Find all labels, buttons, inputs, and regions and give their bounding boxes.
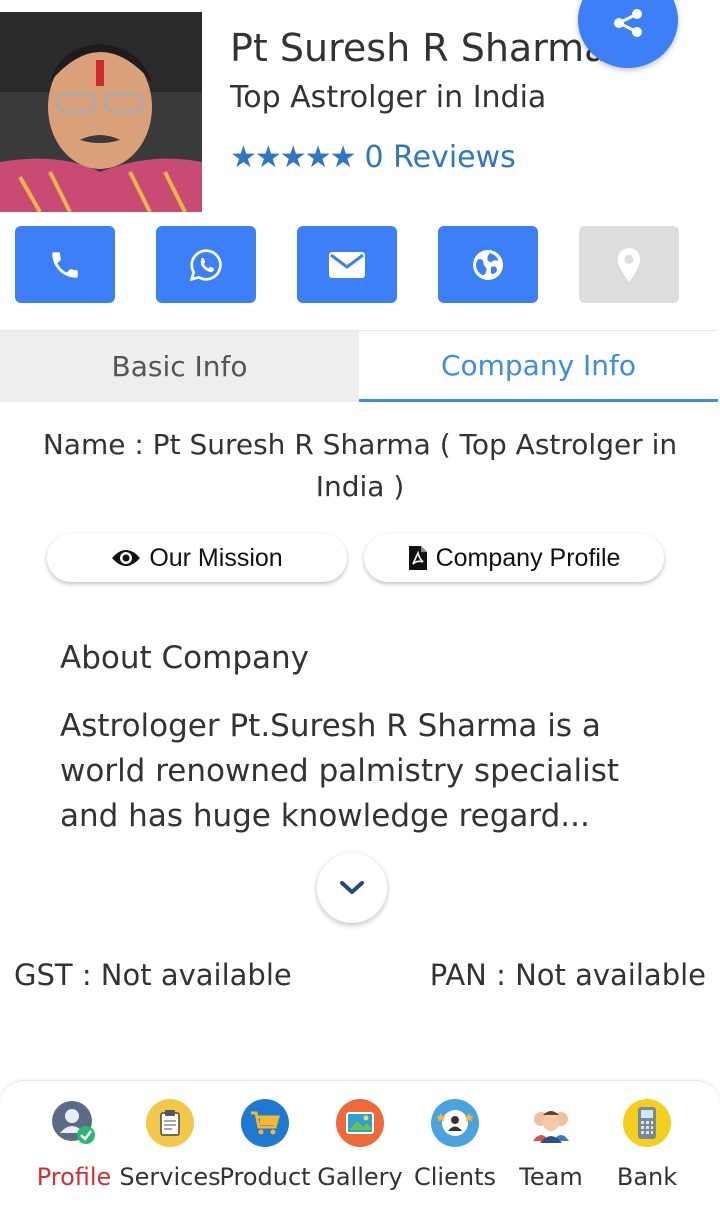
clipboard-icon: [146, 1099, 194, 1147]
whatsapp-icon: [189, 248, 222, 281]
cart-icon: [241, 1099, 289, 1147]
reviews-link[interactable]: 0 Reviews: [364, 140, 515, 175]
profile-tagline: Top Astrolger in India: [230, 80, 547, 115]
company-profile-label: Company Profile: [435, 543, 621, 572]
about-company-text: Astrologer Pt.Suresh R Sharma is a world…: [60, 708, 619, 834]
eye-icon: [111, 548, 141, 568]
chevron-down-icon: [340, 881, 364, 894]
nav-label-services: Services: [119, 1163, 221, 1191]
gallery-icon: [336, 1099, 384, 1147]
pan-info: PAN : Not available: [429, 958, 706, 992]
bottom-nav: Profile Services Product Gallery Clients…: [0, 1080, 720, 1205]
profile-icon: [50, 1099, 98, 1147]
clients-icon: [431, 1099, 479, 1147]
profile-photo: [0, 12, 202, 212]
nav-services[interactable]: Services: [119, 1081, 221, 1205]
contact-actions: [15, 226, 679, 303]
expand-about-button[interactable]: [317, 853, 387, 923]
team-icon: [527, 1099, 575, 1147]
company-profile-button[interactable]: Company Profile: [364, 534, 664, 582]
email-icon: [329, 251, 365, 278]
nav-label-clients: Clients: [414, 1163, 496, 1191]
company-links: Our Mission Company Profile: [47, 534, 664, 582]
bank-terminal-icon: [623, 1099, 671, 1147]
company-name-line: Name : Pt Suresh R Sharma ( Top Astrolge…: [42, 428, 678, 503]
nav-product[interactable]: Product: [219, 1081, 311, 1205]
rating-stars: ★★★★★: [230, 140, 356, 175]
globe-icon: [473, 249, 503, 280]
share-icon: [614, 9, 642, 37]
nav-clients[interactable]: Clients: [411, 1081, 499, 1205]
gst-info: GST : Not available: [14, 958, 292, 992]
website-button[interactable]: [438, 226, 538, 303]
phone-icon: [52, 251, 78, 278]
email-button[interactable]: [297, 226, 397, 303]
our-mission-label: Our Mission: [149, 543, 283, 572]
nav-label-profile: Profile: [36, 1163, 112, 1191]
nav-label-product: Product: [219, 1163, 311, 1191]
profile-name: Pt Suresh R Sharma: [230, 26, 608, 70]
call-button[interactable]: [15, 226, 115, 303]
pdf-icon: [408, 545, 428, 571]
tab-company-info[interactable]: Company Info: [359, 331, 718, 402]
info-tabs: Basic Info Company Info: [0, 330, 718, 402]
our-mission-button[interactable]: Our Mission: [47, 534, 347, 582]
tab-basic-info[interactable]: Basic Info: [0, 331, 359, 402]
whatsapp-button[interactable]: [156, 226, 256, 303]
rating[interactable]: ★★★★★ 0 Reviews: [230, 140, 516, 175]
nav-team[interactable]: Team: [507, 1081, 595, 1205]
nav-bank[interactable]: Bank: [603, 1081, 691, 1205]
nav-label-team: Team: [519, 1163, 583, 1191]
nav-profile[interactable]: Profile: [22, 1081, 126, 1205]
nav-gallery[interactable]: Gallery: [316, 1081, 404, 1205]
nav-label-gallery: Gallery: [317, 1163, 403, 1191]
location-icon: [617, 247, 641, 282]
about-company-title: About Company: [60, 640, 309, 676]
nav-label-bank: Bank: [616, 1163, 678, 1191]
location-button[interactable]: [579, 226, 679, 303]
